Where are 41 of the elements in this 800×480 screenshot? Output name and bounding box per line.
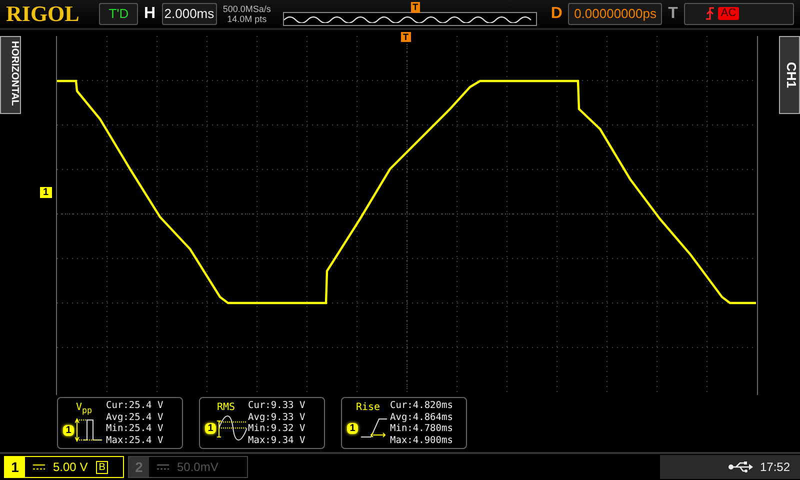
channel-indicator[interactable]: 1 5.00 V B [4,456,124,478]
measurement-title: V$_{pp}$ [76,402,92,416]
measurement-value: Min:9.32 V [248,423,306,435]
channel-level-marker[interactable]: 1 [40,186,52,198]
measurement-value: Min:4.780ms [390,423,453,435]
measurement-value: Cur:25.4 V [106,400,164,412]
measurement-value: Cur:4.820ms [390,400,453,412]
rising-edge-icon [704,7,715,20]
horizontal-label: H [144,4,156,23]
measurement-value: Max:4.900ms [390,434,453,446]
source-badge: 1 [204,422,216,434]
trigger-time-marker[interactable]: T [401,32,410,42]
trigger-position-marker: T [410,2,420,13]
brand-logo: RIGOL [6,0,80,27]
source-badge: 1 [62,424,74,436]
coupling-badge: AC [718,7,740,20]
dc-coupling-icon [33,464,45,470]
channel-tab[interactable]: CH1 [779,36,800,114]
sample-rate: 500.0MSa/s [222,4,271,14]
usb-icon [728,461,754,474]
bandwidth-limit-badge: B [96,460,108,474]
run-status: T'D [99,2,138,25]
sine-wave-icon [217,415,248,442]
measurement-value: Avg:25.4 V [106,412,164,424]
measurement-title: Rise [356,402,380,414]
trigger-label: T [668,4,678,23]
dc-coupling-icon [157,464,169,470]
horizontal-tab[interactable]: HORIZONTAL [0,36,21,114]
measurement-title: RMS [216,402,236,414]
clock: 17:52 [760,460,790,474]
memory-depth: 14.0M pts [227,14,267,24]
measurement-value: Avg:9.33 V [248,412,306,424]
measurement-value: Avg:4.864ms [390,412,453,424]
measurement-value: Min:25.4 V [106,423,164,435]
delay-value: 0.00000000ps [568,2,662,25]
source-badge: 1 [346,422,358,434]
measurement-value: Max:9.34 V [248,434,306,446]
measurement-value: Max:25.4 V [106,434,164,446]
measurement-value: Cur:9.33 V [248,400,306,412]
timebase-value: 2.000ms [162,2,217,25]
delay-label: D [550,4,562,23]
